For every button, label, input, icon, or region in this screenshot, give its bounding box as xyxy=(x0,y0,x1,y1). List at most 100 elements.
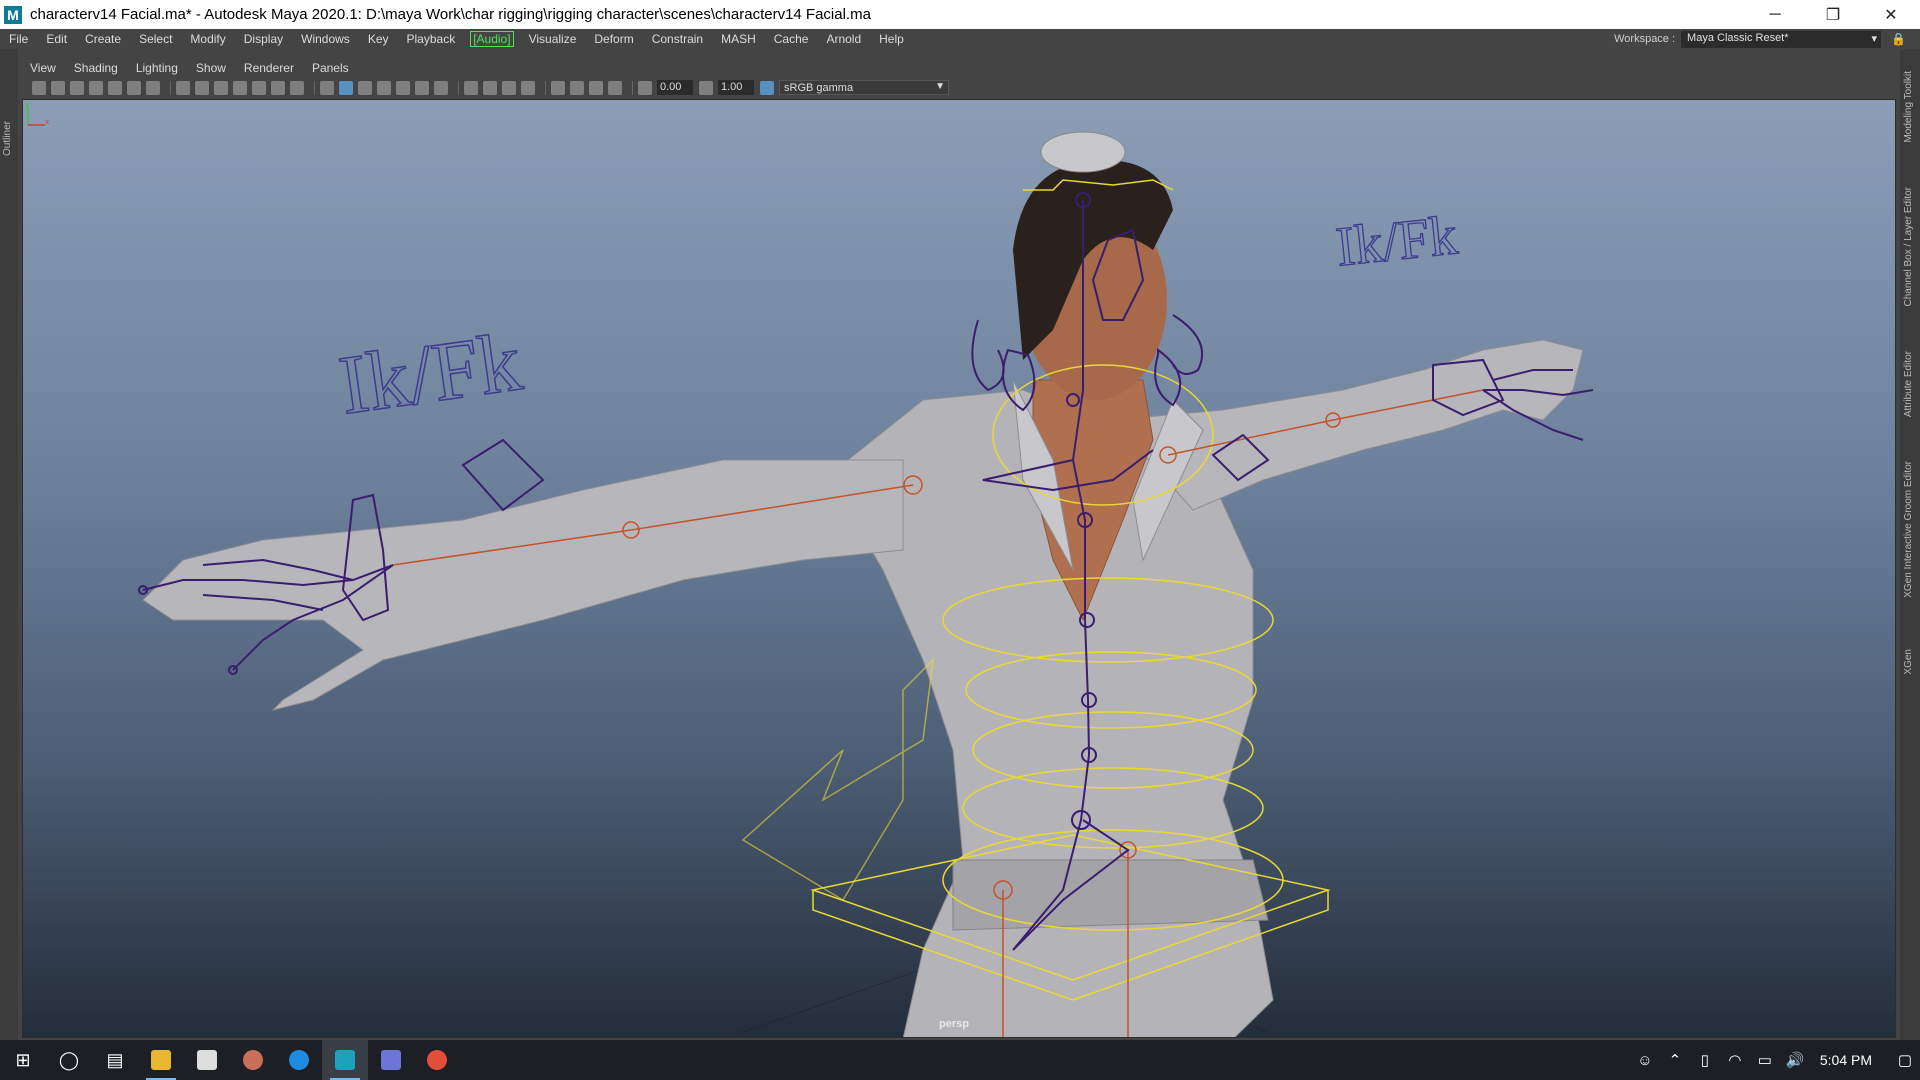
2d-pan-zoom-icon[interactable] xyxy=(127,80,141,95)
twist-arrow-r[interactable] xyxy=(1172,314,1203,375)
panel-menu-renderer[interactable]: Renderer xyxy=(244,61,294,75)
menu-help[interactable]: Help xyxy=(870,32,913,46)
menu-mash[interactable]: MASH xyxy=(712,32,765,46)
motion-blur-icon[interactable] xyxy=(483,80,497,95)
volume-icon[interactable]: 🔊 xyxy=(1780,1051,1810,1069)
smooth-shade-icon[interactable] xyxy=(339,80,353,95)
menu-modify[interactable]: Modify xyxy=(181,32,234,46)
notifications-icon[interactable]: ▢ xyxy=(1890,1051,1920,1069)
viewport-persp[interactable]: Ik/Fk Ik/Fk y x persp xyxy=(22,99,1896,1038)
gamma-field[interactable]: 1.00 xyxy=(718,80,754,95)
workspace-value: Maya Classic Reset* xyxy=(1687,31,1789,44)
xray-joints-icon[interactable] xyxy=(608,80,622,95)
paint-icon[interactable] xyxy=(230,1040,276,1080)
exposure-icon[interactable] xyxy=(638,80,652,95)
xray-active-icon[interactable] xyxy=(589,80,603,95)
isolate-select-icon[interactable] xyxy=(551,80,565,95)
close-button[interactable]: ✕ xyxy=(1862,0,1920,29)
menu-windows[interactable]: Windows xyxy=(292,32,359,46)
safe-action-icon[interactable] xyxy=(271,80,285,95)
menu-deform[interactable]: Deform xyxy=(585,32,642,46)
panel-menu-show[interactable]: Show xyxy=(196,61,226,75)
menu-audio[interactable]: [Audio] xyxy=(470,31,514,47)
xray-icon[interactable] xyxy=(570,80,584,95)
menu-file[interactable]: File xyxy=(0,32,37,46)
menu-display[interactable]: Display xyxy=(235,32,292,46)
title-bar: M characterv14 Facial.ma* - Autodesk May… xyxy=(0,0,1920,29)
bookmark-icon[interactable] xyxy=(70,80,84,95)
ambient-occlusion-icon[interactable] xyxy=(464,80,478,95)
maya-taskbar-icon[interactable] xyxy=(322,1040,368,1080)
panel-menu-lighting[interactable]: Lighting xyxy=(136,61,178,75)
wireframe-on-shaded-icon[interactable] xyxy=(377,80,391,95)
tab-xgen-groom-editor[interactable]: XGen Interactive Groom Editor xyxy=(1903,461,1914,598)
contacts-icon[interactable] xyxy=(184,1040,230,1080)
hair-bun[interactable] xyxy=(1040,131,1126,173)
depth-of-field-icon[interactable] xyxy=(521,80,535,95)
root-arrow-control[interactable] xyxy=(741,657,935,902)
discord-icon[interactable] xyxy=(368,1040,414,1080)
chevron-up-icon[interactable]: ⌃ xyxy=(1660,1051,1690,1069)
shadows-icon[interactable] xyxy=(434,80,448,95)
ikfk-switch-left[interactable]: Ik/Fk xyxy=(333,315,528,434)
wifi-icon[interactable]: ◠ xyxy=(1720,1051,1750,1069)
file-explorer-icon[interactable] xyxy=(138,1040,184,1080)
edge-icon[interactable] xyxy=(276,1040,322,1080)
resolution-gate-icon[interactable] xyxy=(214,80,228,95)
usb-icon[interactable]: ▯ xyxy=(1690,1051,1720,1069)
exposure-field[interactable]: 0.00 xyxy=(657,80,693,95)
film-gate-icon[interactable] xyxy=(195,80,209,95)
chrome-icon[interactable] xyxy=(414,1040,460,1080)
default-material-icon[interactable] xyxy=(358,80,372,95)
ikfk-switch-right[interactable]: Ik/Fk xyxy=(1333,204,1461,280)
elbow-pole-control-l[interactable] xyxy=(461,438,545,512)
color-management-icon[interactable] xyxy=(760,80,774,95)
tab-modeling-toolkit[interactable]: Modeling Toolkit xyxy=(1903,71,1914,143)
camera-icon[interactable] xyxy=(32,80,46,95)
panel-menu-view[interactable]: View xyxy=(30,61,56,75)
menu-constrain[interactable]: Constrain xyxy=(643,32,712,46)
windows-start-icon[interactable]: ⊞ xyxy=(0,1040,46,1080)
field-chart-icon[interactable] xyxy=(252,80,266,95)
outliner-tab[interactable]: Outliner xyxy=(2,121,13,156)
toolbar-separator xyxy=(170,80,171,95)
menu-select[interactable]: Select xyxy=(130,32,181,46)
menu-key[interactable]: Key xyxy=(359,32,398,46)
pencil-icon[interactable] xyxy=(146,80,160,95)
safe-title-icon[interactable] xyxy=(290,80,304,95)
menu-visualize[interactable]: Visualize xyxy=(520,32,586,46)
people-icon[interactable]: ☺ xyxy=(1630,1052,1660,1069)
image-plane-icon[interactable] xyxy=(89,80,103,95)
wireframe-icon[interactable] xyxy=(320,80,334,95)
restore-button[interactable]: ❐ xyxy=(1804,0,1862,29)
battery-icon[interactable]: ▭ xyxy=(1750,1051,1780,1069)
menu-cache[interactable]: Cache xyxy=(765,32,818,46)
textured-icon[interactable] xyxy=(396,80,410,95)
cortana-search-icon[interactable]: ◯ xyxy=(46,1040,92,1080)
minimize-button[interactable]: ─ xyxy=(1746,0,1804,29)
task-view-icon[interactable]: ▤ xyxy=(92,1040,138,1080)
tab-xgen[interactable]: XGen xyxy=(1903,649,1914,675)
gamma-icon[interactable] xyxy=(699,80,713,95)
color-space-dropdown[interactable]: sRGB gamma ▼ xyxy=(779,80,949,95)
grid-icon[interactable] xyxy=(176,80,190,95)
gate-mask-icon[interactable] xyxy=(233,80,247,95)
grease-pencil-icon[interactable] xyxy=(108,80,122,95)
anti-aliasing-icon[interactable] xyxy=(502,80,516,95)
workspace-dropdown[interactable]: Maya Classic Reset* ▾ xyxy=(1681,30,1882,48)
panel-menu-panels[interactable]: Panels xyxy=(312,61,349,75)
camera-attributes-icon[interactable] xyxy=(51,80,65,95)
lock-icon[interactable]: 🔒 xyxy=(1891,32,1906,46)
twist-arrow-l[interactable] xyxy=(971,319,1005,392)
menu-edit[interactable]: Edit xyxy=(37,32,76,46)
tab-channel-box[interactable]: Channel Box / Layer Editor xyxy=(1903,187,1914,307)
lights-icon[interactable] xyxy=(415,80,429,95)
panel-menu-shading[interactable]: Shading xyxy=(74,61,118,75)
menu-playback[interactable]: Playback xyxy=(398,32,465,46)
menu-create[interactable]: Create xyxy=(76,32,130,46)
clock[interactable]: 5:04 PM xyxy=(1820,1052,1872,1068)
right-panel-strip: Modeling Toolkit Channel Box / Layer Edi… xyxy=(1900,49,1920,1049)
menu-arnold[interactable]: Arnold xyxy=(817,32,870,46)
panel-menu-bar: View Shading Lighting Show Renderer Pane… xyxy=(18,59,1896,77)
tab-attribute-editor[interactable]: Attribute Editor xyxy=(1903,351,1914,417)
